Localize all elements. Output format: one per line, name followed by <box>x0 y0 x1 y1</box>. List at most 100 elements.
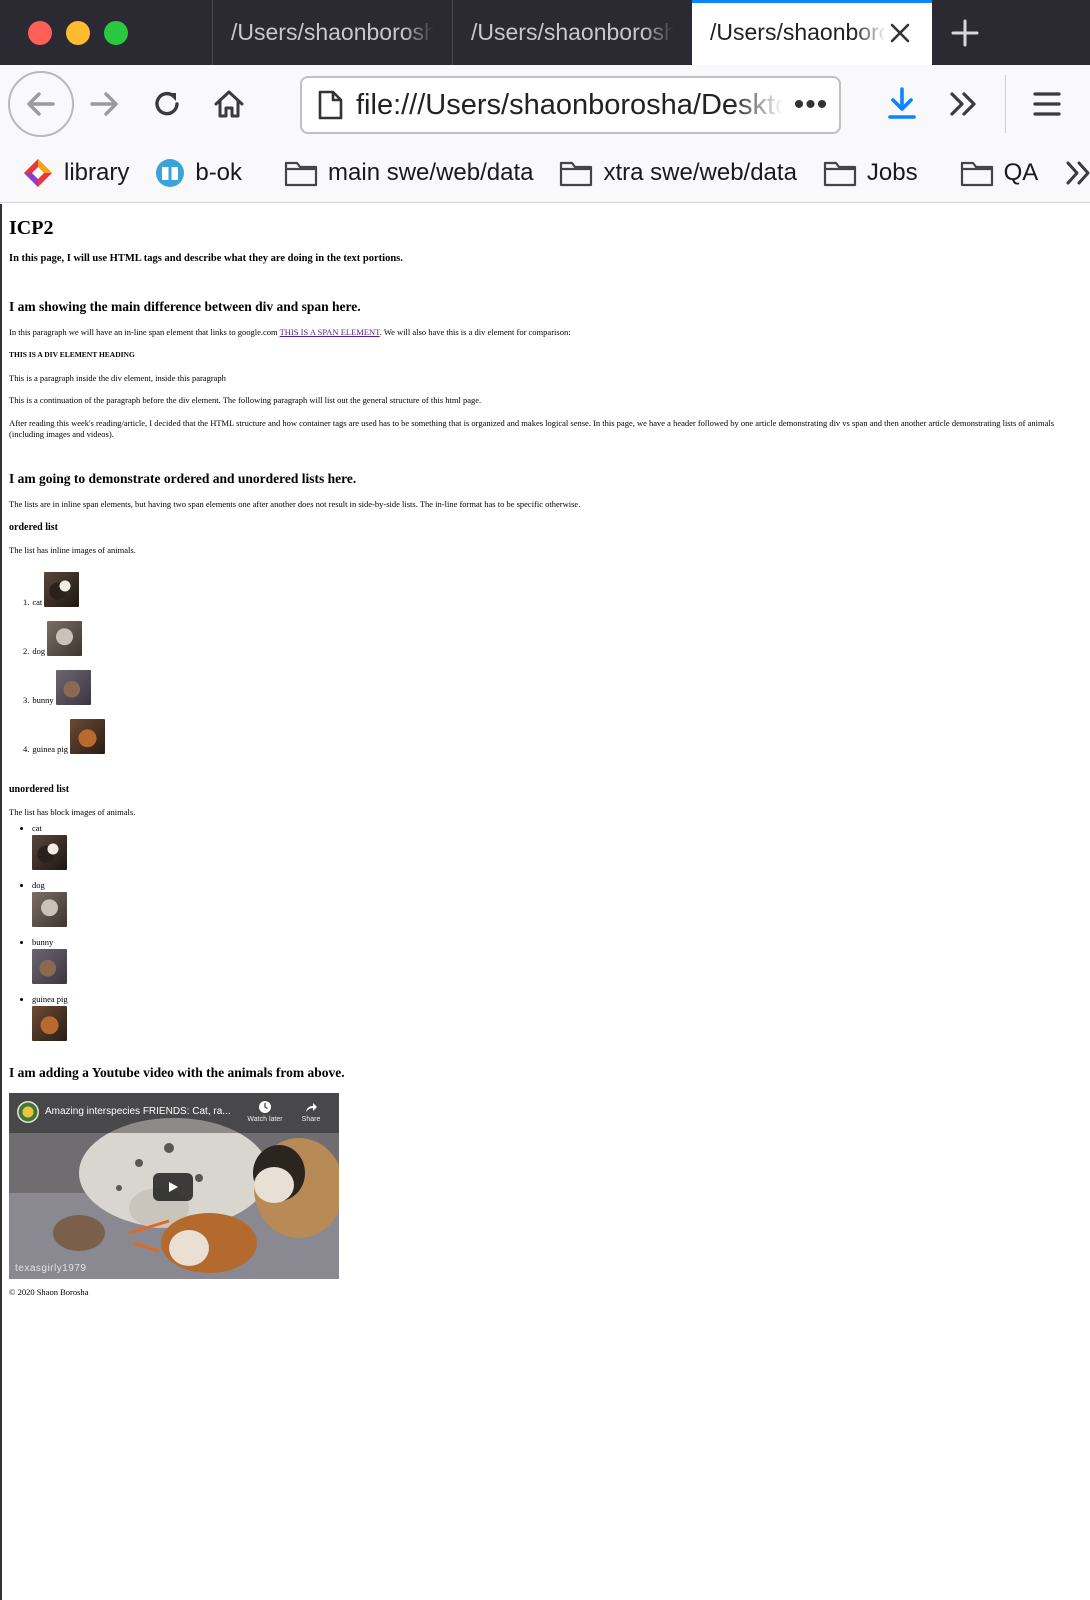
list-item: guinea pig <box>32 994 1083 1042</box>
tab-title: /Users/shaonborosha/Desktop/ICP2/index.h… <box>231 19 434 45</box>
bookmark-label: main swe/web/data <box>328 158 534 186</box>
maximize-window-button[interactable] <box>104 20 128 45</box>
watch-later-label: Watch later <box>247 1116 283 1124</box>
reload-button[interactable] <box>136 73 198 135</box>
tab-title: /Users/shaonborosha/Desktop/ICP2/index.h… <box>710 19 886 45</box>
bookmark-folder-qa[interactable]: QA <box>960 159 1038 187</box>
menu-button[interactable] <box>1016 73 1078 135</box>
list-item: 1. cat <box>23 558 1083 607</box>
animal-label: cat <box>32 823 42 834</box>
bookmark-b-ok[interactable]: b-ok <box>155 158 242 188</box>
lists-note: The lists are in inline span elements, b… <box>9 499 581 510</box>
list-item: dog <box>32 880 1083 928</box>
watch-later-button[interactable]: Watch later <box>242 1100 288 1123</box>
dog-image <box>47 620 83 656</box>
reflection-paragraph: After reading this week's reading/articl… <box>9 418 1055 439</box>
bookmark-label: b-ok <box>195 158 243 186</box>
list-number: 1. <box>23 596 30 607</box>
bookmark-folder-main[interactable]: main swe/web/data <box>284 159 533 187</box>
play-button[interactable] <box>153 1173 193 1202</box>
youtube-video-embed[interactable]: Amazing interspecies FRIENDS: Cat, ra...… <box>9 1093 339 1280</box>
clock-icon <box>259 1101 271 1114</box>
navigation-toolbar: file:///Users/shaonborosha/Desktop/ICP2/… <box>0 65 1090 143</box>
home-icon <box>214 90 244 118</box>
forward-button[interactable] <box>74 73 136 135</box>
bookmarks-bar: library b-ok main swe/web/data xtra swe/… <box>0 143 1090 203</box>
unordered-list: cat dog bunny guinea pig <box>9 823 1083 1042</box>
folder-icon <box>823 159 857 187</box>
text: . We will also have this is a div elemen… <box>379 327 571 338</box>
reload-icon <box>155 91 179 116</box>
animal-label: cat <box>32 596 43 607</box>
text: In this paragraph we will have an in-lin… <box>9 327 280 338</box>
ordered-list: 1. cat 2. dog 3. bunny 4. guinea pig <box>9 558 1083 754</box>
guinea-pig-image <box>70 718 106 754</box>
animal-label: dog <box>32 645 46 656</box>
list-number: 4. <box>23 743 30 754</box>
back-button[interactable] <box>8 71 74 137</box>
library-logo-icon <box>22 157 54 189</box>
video-title[interactable]: Amazing interspecies FRIENDS: Cat, ra... <box>45 1106 231 1117</box>
list-item: 4. guinea pig <box>23 705 1083 754</box>
cat-image <box>44 571 80 607</box>
channel-avatar[interactable] <box>17 1101 39 1124</box>
tab-1[interactable]: /Users/shaonborosha/Desktop/ICP2/index.h… <box>212 0 452 65</box>
new-tab-button[interactable] <box>932 0 998 65</box>
bookmark-folder-xtra[interactable]: xtra swe/web/data <box>559 158 797 187</box>
bookmark-label: xtra swe/web/data <box>603 158 797 186</box>
bookmark-library[interactable]: library <box>22 157 129 189</box>
dog-image <box>32 892 67 928</box>
animal-label: guinea pig <box>32 994 68 1005</box>
bookmark-label: library <box>64 158 130 186</box>
intro-text: In this page, I will use HTML tags and d… <box>9 253 403 264</box>
toolbar-separator <box>1005 75 1006 133</box>
bunny-image <box>55 669 91 705</box>
close-window-button[interactable] <box>28 20 52 45</box>
video-watermark: texasgirly1979 <box>15 1263 87 1275</box>
overflow-button[interactable] <box>933 73 995 135</box>
ordered-list-desc: The list has inline images of animals. <box>9 544 136 555</box>
url-text: file:///Users/shaonborosha/Desktop/ICP2/… <box>356 88 783 121</box>
back-arrow-icon <box>27 92 55 116</box>
tab-2[interactable]: /Users/shaonborosha/Desktop/ICP2/index.h… <box>452 0 692 65</box>
home-button[interactable] <box>198 73 260 135</box>
window-controls <box>0 0 212 65</box>
list-number: 2. <box>23 645 30 656</box>
list-item: cat <box>32 823 1083 871</box>
toolbar-right <box>871 65 1090 143</box>
folder-icon <box>559 159 593 187</box>
url-bar[interactable]: file:///Users/shaonborosha/Desktop/ICP2/… <box>300 76 841 134</box>
section-heading-div-span: I am showing the main difference between… <box>9 299 361 315</box>
section-heading-video: I am adding a Youtube video with the ani… <box>9 1065 345 1081</box>
minimize-window-button[interactable] <box>66 20 90 45</box>
close-tab-icon[interactable] <box>886 19 914 47</box>
share-label: Share <box>301 1116 321 1124</box>
guinea-pig-image <box>32 1006 67 1042</box>
bookmark-folder-jobs[interactable]: Jobs <box>823 159 918 187</box>
page-title: ICP2 <box>9 217 54 239</box>
span-paragraph: In this paragraph we will have an in-lin… <box>9 327 1083 338</box>
page-content: ICP2 In this page, I will use HTML tags … <box>0 204 1090 1600</box>
page-icon <box>316 89 344 121</box>
tab-3-active[interactable]: /Users/shaonborosha/Desktop/ICP2/index.h… <box>692 0 932 65</box>
animal-label: bunny <box>32 937 54 948</box>
div-element-heading: THIS IS A DIV ELEMENT HEADING <box>9 349 135 359</box>
plus-icon <box>951 19 979 46</box>
bookmarks-overflow-button[interactable] <box>1064 159 1090 187</box>
footer-copyright: © 2020 Shaon Borosha <box>9 1287 89 1298</box>
play-icon <box>169 1182 178 1193</box>
chevron-double-right-icon <box>950 92 976 116</box>
download-icon <box>888 87 916 119</box>
span-element-link[interactable]: THIS IS A SPAN ELEMENT <box>280 327 380 337</box>
tab-strip: /Users/shaonborosha/Desktop/ICP2/index.h… <box>0 0 1090 65</box>
list-number: 3. <box>23 694 30 705</box>
hamburger-icon <box>1033 92 1061 116</box>
unordered-list-heading: unordered list <box>9 783 70 795</box>
page-actions-button[interactable]: ••• <box>783 88 839 122</box>
share-button[interactable]: Share <box>296 1100 326 1123</box>
section-heading-lists: I am going to demonstrate ordered and un… <box>9 471 357 487</box>
downloads-button[interactable] <box>871 73 933 135</box>
ordered-list-heading: ordered list <box>9 521 58 533</box>
tab-title: /Users/shaonborosha/Desktop/ICP2/index.h… <box>471 19 674 45</box>
share-icon <box>306 1103 317 1113</box>
